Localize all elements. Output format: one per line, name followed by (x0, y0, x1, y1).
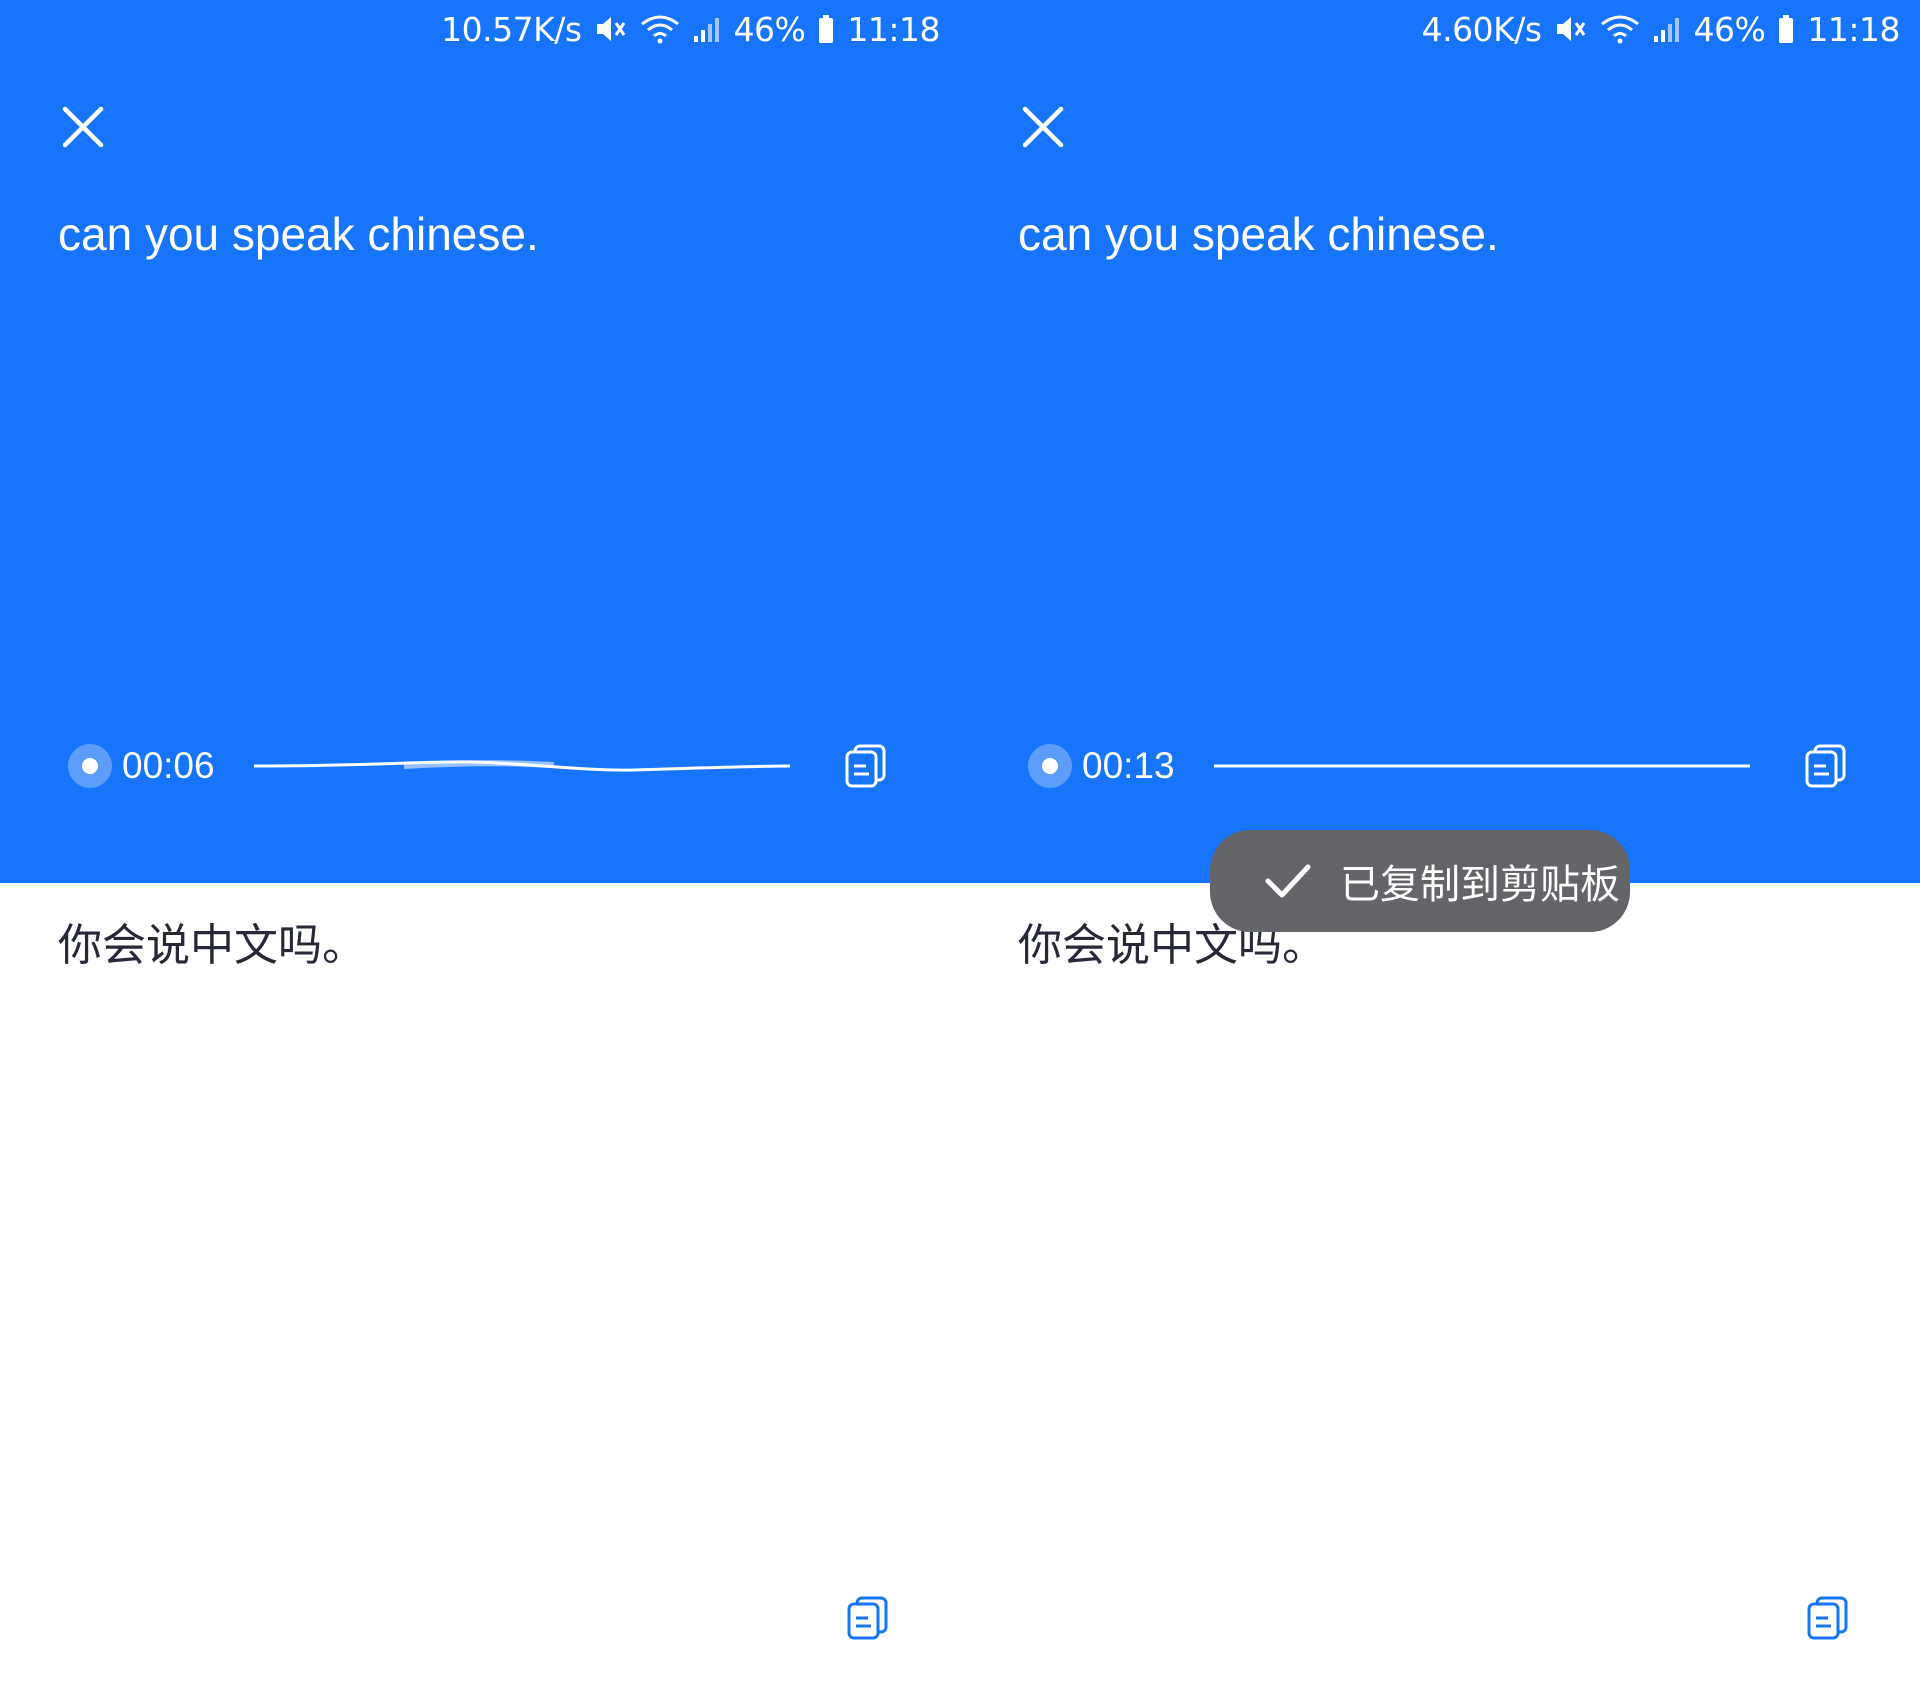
playback-time: 00:06 (122, 745, 215, 786)
screen-left: 10.57K/s 46% 11:18 can you speak chinese… (0, 0, 960, 1707)
copy-translation-button[interactable] (1804, 1594, 1852, 1642)
copy-icon (847, 1596, 888, 1640)
copy-icon (1807, 1596, 1848, 1640)
source-text: can you speak chinese. (58, 208, 539, 260)
battery-icon (1777, 14, 1795, 44)
wifi-icon (1600, 14, 1640, 44)
mute-icon (594, 14, 628, 44)
signal-icon (692, 14, 722, 44)
source-panel: 4.60K/s 46% 11:18 can you speak chinese.… (960, 0, 1920, 883)
signal-icon (1652, 14, 1682, 44)
copy-translation-button[interactable] (844, 1594, 892, 1642)
network-speed: 10.57K/s (441, 9, 582, 49)
copy-icon (1805, 744, 1846, 788)
wifi-icon (640, 14, 680, 44)
check-icon (1265, 864, 1311, 898)
battery-percent: 46% (733, 9, 806, 49)
status-bar: 4.60K/s 46% 11:18 (960, 0, 1920, 58)
copied-toast: 已复制到剪贴板 (1210, 830, 1630, 932)
screen-right: 4.60K/s 46% 11:18 can you speak chinese.… (960, 0, 1920, 1707)
close-button[interactable] (1016, 100, 1070, 154)
source-text: can you speak chinese. (1018, 208, 1499, 260)
battery-percent: 46% (1693, 9, 1766, 49)
close-button[interactable] (56, 100, 110, 154)
playback-toggle-button[interactable] (68, 744, 112, 788)
copy-source-button[interactable] (1802, 742, 1850, 790)
translation-text: 你会说中文吗。 (58, 920, 366, 971)
playback-toggle-button[interactable] (1028, 744, 1072, 788)
audio-waveform (1214, 764, 1750, 768)
playback-bar: 00:13 (1018, 736, 1878, 796)
network-speed: 4.60K/s (1421, 9, 1542, 49)
copy-icon (845, 744, 886, 788)
mute-icon (1554, 14, 1588, 44)
copy-source-button[interactable] (842, 742, 890, 790)
playback-bar: 00:06 (58, 736, 918, 796)
battery-icon (817, 14, 835, 44)
clock: 11:18 (1807, 9, 1900, 49)
status-bar: 10.57K/s 46% 11:18 (0, 0, 960, 58)
close-icon (1022, 106, 1064, 148)
toast-message: 已复制到剪贴板 (1340, 862, 1620, 908)
close-icon (62, 106, 104, 148)
audio-waveform (254, 760, 790, 772)
source-panel: 10.57K/s 46% 11:18 can you speak chinese… (0, 0, 960, 883)
playback-time: 00:13 (1082, 745, 1175, 786)
clock: 11:18 (847, 9, 940, 49)
